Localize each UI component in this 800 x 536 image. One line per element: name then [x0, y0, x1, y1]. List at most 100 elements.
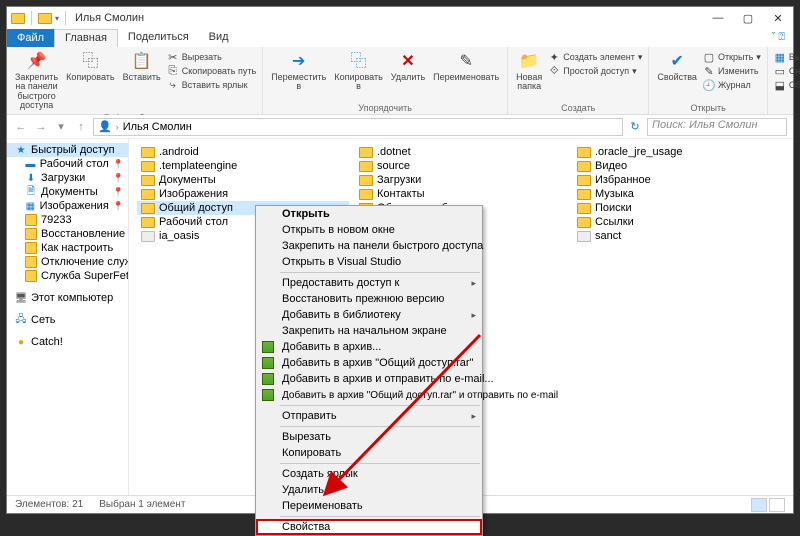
nav-pictures[interactable]: ▦Изображения📍	[7, 199, 128, 213]
menu-restore-version[interactable]: Восстановить прежнюю версию	[256, 291, 482, 307]
menu-rar-email-named[interactable]: Добавить в архив "Общий доступ.rar" и от…	[256, 387, 482, 403]
forward-button[interactable]: →	[33, 119, 49, 135]
menu-pin-start[interactable]: Закрепить на начальном экране	[256, 323, 482, 339]
up-button[interactable]: ↑	[73, 119, 89, 135]
file-item[interactable]: Избранное	[573, 173, 785, 187]
folder-icon	[25, 256, 37, 268]
nav-downloads[interactable]: ⬇Загрузки📍	[7, 171, 128, 185]
help-button[interactable]: ˇ ⍰	[764, 29, 793, 47]
menu-separator	[280, 272, 480, 273]
file-item[interactable]: Документы	[137, 173, 349, 187]
file-item[interactable]: .templateengine	[137, 159, 349, 173]
tab-home[interactable]: Главная	[54, 29, 118, 47]
menu-open[interactable]: Открыть	[256, 206, 482, 222]
history-button[interactable]: 🕘Журнал	[703, 78, 761, 92]
menu-cut[interactable]: Вырезать	[256, 429, 482, 445]
breadcrumb[interactable]: Илья Смолин	[123, 121, 192, 133]
menu-rar-add[interactable]: Добавить в архив...	[256, 339, 482, 355]
invert-selection-button[interactable]: ⬓Обратить выделение	[774, 78, 800, 92]
menu-send-to[interactable]: Отправить	[256, 408, 482, 424]
edit-button[interactable]: ✎Изменить	[703, 64, 761, 78]
rename-button[interactable]: ✎Переименовать	[431, 50, 501, 102]
new-item-button[interactable]: ✦Создать элемент ▾	[548, 50, 642, 64]
nav-pane: ★Быстрый доступ ▬Рабочий стол📍 ⬇Загрузки…	[7, 139, 129, 495]
nav-quick-access[interactable]: ★Быстрый доступ	[7, 143, 128, 157]
icons-view-button[interactable]	[769, 498, 785, 512]
new-folder-button[interactable]: 📁Новая папка	[514, 50, 544, 102]
close-button[interactable]: ✕	[763, 7, 793, 29]
select-none-button[interactable]: ▭Снять выделение	[774, 64, 800, 78]
nav-folder[interactable]: Восстановление п	[7, 227, 128, 241]
properties-button[interactable]: ✔Свойства	[655, 50, 699, 102]
nav-folder[interactable]: Служба SuperFetch	[7, 269, 128, 283]
details-view-button[interactable]	[751, 498, 767, 512]
back-button[interactable]: ←	[13, 119, 29, 135]
pin-icon: 📍	[113, 187, 124, 198]
menu-grant-access[interactable]: Предоставить доступ к	[256, 275, 482, 291]
cut-button[interactable]: ✂Вырезать	[167, 50, 256, 64]
menu-copy[interactable]: Копировать	[256, 445, 482, 461]
minimize-button[interactable]: —	[703, 7, 733, 29]
file-item[interactable]: Загрузки	[355, 173, 567, 187]
copy-path-button[interactable]: ⎘Скопировать путь	[167, 64, 256, 78]
menu-delete[interactable]: Удалить	[256, 482, 482, 498]
file-item[interactable]: Видео	[573, 159, 785, 173]
folder-icon	[577, 175, 591, 186]
tab-share[interactable]: Поделиться	[118, 29, 199, 47]
user-icon: 👤	[98, 120, 112, 133]
file-item[interactable]: Контакты	[355, 187, 567, 201]
file-item[interactable]: Музыка	[573, 187, 785, 201]
nav-folder[interactable]: Как настроить	[7, 241, 128, 255]
move-to-button[interactable]: ➔Переместить в	[269, 50, 328, 102]
menu-rar-email[interactable]: Добавить в архив и отправить по e-mail..…	[256, 371, 482, 387]
menu-rename[interactable]: Переименовать	[256, 498, 482, 514]
menu-pin-quick[interactable]: Закрепить на панели быстрого доступа	[256, 238, 482, 254]
pin-icon: 📍	[113, 159, 124, 170]
menu-open-vs[interactable]: Открыть в Visual Studio	[256, 254, 482, 270]
ribbon-group-open: ✔Свойства ▢Открыть ▾ ✎Изменить 🕘Журнал О…	[649, 47, 767, 114]
nav-network[interactable]: 🖧Сеть	[7, 313, 128, 327]
nav-folder[interactable]: 79233	[7, 213, 128, 227]
tab-view[interactable]: Вид	[199, 29, 239, 47]
address-bar[interactable]: 👤 › Илья Смолин	[93, 118, 623, 136]
file-item[interactable]: Ссылки	[573, 215, 785, 229]
file-item[interactable]: Поиски	[573, 201, 785, 215]
tab-file[interactable]: Файл	[7, 29, 54, 47]
pin-quick-access-button[interactable]: 📌Закрепить на панели быстрого доступа	[13, 50, 60, 112]
search-input[interactable]: Поиск: Илья Смолин	[647, 118, 787, 136]
network-icon: 🖧	[15, 314, 27, 326]
nav-documents[interactable]: 🗎Документы📍	[7, 185, 128, 199]
paste-shortcut-button[interactable]: ⤷Вставить ярлык	[167, 78, 256, 92]
file-item[interactable]: .android	[137, 145, 349, 159]
menu-add-library[interactable]: Добавить в библиотеку	[256, 307, 482, 323]
pc-icon: 🖥	[15, 292, 27, 304]
refresh-button[interactable]: ↻	[627, 119, 643, 135]
delete-button[interactable]: ✕Удалить	[389, 50, 427, 102]
file-item[interactable]: .oracle_jre_usage	[573, 145, 785, 159]
paste-button[interactable]: 📋Вставить	[121, 50, 163, 112]
file-item[interactable]: source	[355, 159, 567, 173]
easy-access-button[interactable]: ⟐Простой доступ ▾	[548, 64, 642, 78]
copy-to-button[interactable]: ⿻Копировать в	[332, 50, 384, 102]
easy-access-icon: ⟐	[548, 65, 560, 77]
nav-folder[interactable]: Отключение служ	[7, 255, 128, 269]
folder-icon	[25, 228, 37, 240]
menu-open-new-window[interactable]: Открыть в новом окне	[256, 222, 482, 238]
open-button[interactable]: ▢Открыть ▾	[703, 50, 761, 64]
nav-this-pc[interactable]: 🖥Этот компьютер	[7, 291, 128, 305]
file-item[interactable]: sanct	[573, 229, 785, 243]
copy-button[interactable]: ⿻Копировать	[64, 50, 116, 112]
folder-icon	[577, 203, 591, 214]
folder-icon	[25, 214, 37, 226]
select-all-button[interactable]: ▦Выделить все	[774, 50, 800, 64]
dropdown-icon[interactable]: ▾	[55, 14, 59, 23]
file-item[interactable]: .dotnet	[355, 145, 567, 159]
nav-catch[interactable]: ●Catch!	[7, 335, 128, 349]
nav-desktop[interactable]: ▬Рабочий стол📍	[7, 157, 128, 171]
menu-properties[interactable]: Свойства	[256, 519, 482, 535]
file-item[interactable]: Изображения	[137, 187, 349, 201]
recent-button[interactable]: ▾	[53, 119, 69, 135]
maximize-button[interactable]: ▢	[733, 7, 763, 29]
menu-rar-add-named[interactable]: Добавить в архив "Общий доступ.rar"	[256, 355, 482, 371]
menu-shortcut[interactable]: Создать ярлык	[256, 466, 482, 482]
